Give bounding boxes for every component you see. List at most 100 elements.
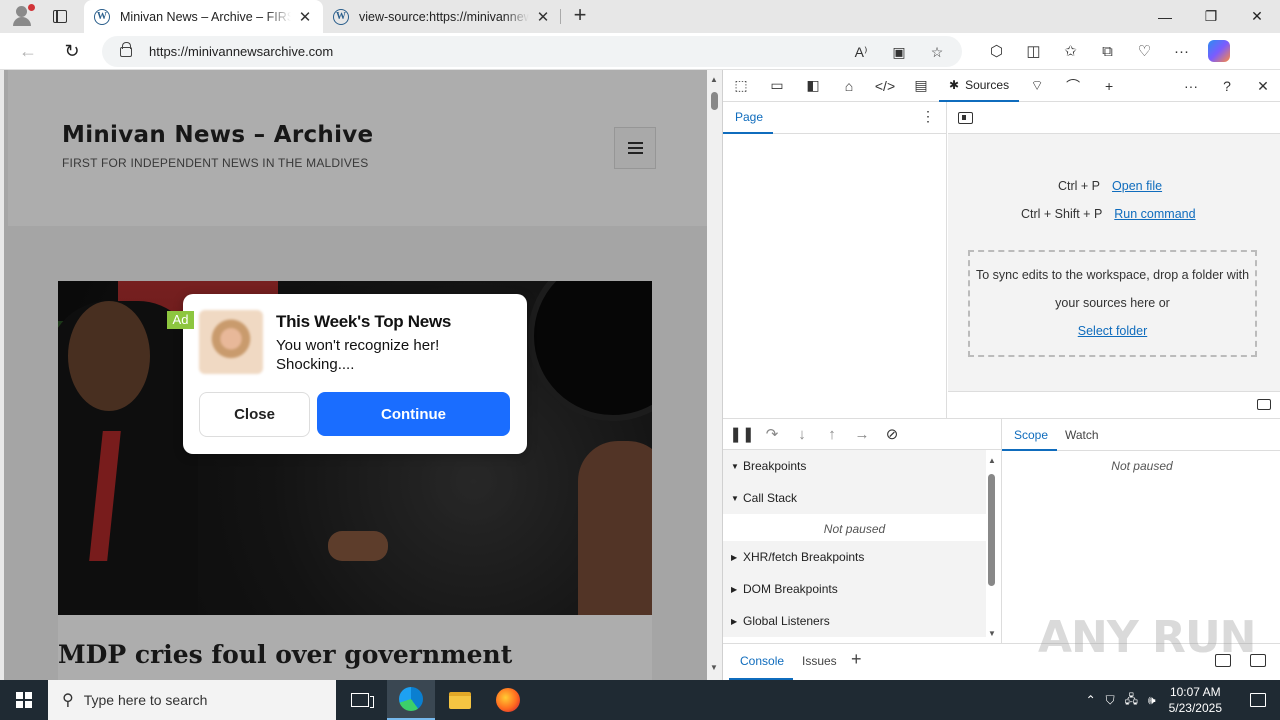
favorite-star-icon[interactable]: ☆ [926, 41, 948, 63]
back-button[interactable]: ← [14, 39, 42, 63]
reload-button[interactable]: ↻ [58, 39, 86, 63]
tab-issues[interactable]: Issues [802, 654, 837, 668]
browser-toolbar: ← ↻ https://minivannewsarchive.com A⁾ ▣ … [0, 33, 1280, 70]
section-breakpoints[interactable]: ▼ Breakpoints [723, 450, 986, 482]
task-view-button[interactable] [336, 680, 384, 720]
notifications-icon[interactable] [1236, 680, 1280, 720]
tab-console[interactable]: Console [740, 654, 784, 668]
copilot-icon[interactable] [1200, 39, 1237, 63]
taskbar-edge[interactable] [387, 680, 435, 720]
url-text[interactable]: https://minivannewsarchive.com [149, 44, 333, 59]
toggle-debugger-icon[interactable] [1257, 399, 1271, 410]
ad-popup: Ad This Week's Top News You won't recogn… [167, 294, 527, 454]
clock[interactable]: 10:07 AM 5/23/2025 [1169, 684, 1222, 716]
volume-icon[interactable]: 🕪 [1148, 693, 1156, 708]
shortcut-open-file: Ctrl + P Open file [1058, 179, 1163, 193]
select-folder-link[interactable]: Select folder [1078, 324, 1147, 338]
debugger-scrollbar[interactable]: ▲ ▼ [986, 454, 998, 640]
console-icon[interactable]: ▤ [903, 70, 939, 102]
section-xhr-breakpoints[interactable]: ▶ XHR/fetch Breakpoints [723, 541, 986, 573]
section-call-stack[interactable]: ▼ Call Stack [723, 482, 986, 514]
taskbar: ⚲ Type here to search ⌃ ⛉ 🖧 🕪 10:07 AM 5… [0, 680, 1280, 720]
debugger-toolbar: ❚❚ ↷ ↓ ↑ → ⊘ [723, 418, 1001, 450]
tab-sources[interactable]: ✱ Sources [939, 70, 1020, 102]
network-icon[interactable]: ⌔ [1019, 70, 1055, 102]
start-button[interactable] [0, 680, 48, 720]
device-emulation-icon[interactable]: ▭ [759, 70, 795, 102]
devtools-more-icon[interactable]: ··· [1173, 70, 1209, 102]
show-hidden-icons[interactable]: ⌃ [1086, 693, 1096, 707]
tab-close-icon[interactable]: ✕ [297, 8, 313, 26]
close-window-button[interactable]: ✕ [1234, 0, 1280, 33]
step-out-icon[interactable]: ↑ [817, 426, 847, 443]
taskbar-firefox[interactable] [484, 680, 532, 720]
run-command-link[interactable]: Run command [1114, 207, 1195, 221]
task-view-icon [351, 693, 374, 708]
tab-view-source[interactable]: W view-source:https://minivannewsarchive… [323, 0, 561, 33]
tab-page[interactable]: Page ⋮ [723, 102, 947, 134]
ad-body: You won't recognize her! Shocking.... [276, 337, 440, 373]
profile-icon[interactable] [0, 0, 44, 33]
add-drawer-tab-icon[interactable]: + [851, 649, 862, 670]
taskbar-file-explorer[interactable] [436, 680, 484, 720]
section-global-listeners[interactable]: ▶ Global Listeners [723, 605, 986, 637]
collections-icon[interactable]: ⧉ [1089, 39, 1126, 63]
tab-actions-icon[interactable] [44, 0, 76, 33]
welcome-home-icon[interactable]: ⌂ [831, 70, 867, 102]
performance-icon[interactable]: ⌒ [1055, 70, 1091, 102]
immersive-reader-icon[interactable]: ▣ [888, 41, 910, 63]
tab-scope[interactable]: Scope [1014, 428, 1048, 442]
taskbar-search[interactable]: ⚲ Type here to search [48, 680, 336, 720]
edge-icon [399, 687, 423, 711]
section-dom-breakpoints[interactable]: ▶ DOM Breakpoints [723, 573, 986, 605]
split-screen-icon[interactable]: ◫ [1015, 39, 1052, 63]
ad-label: Ad [167, 311, 194, 329]
help-icon[interactable]: ? [1209, 70, 1245, 102]
tab-watch[interactable]: Watch [1065, 428, 1099, 442]
call-stack-status: Not paused [823, 522, 886, 536]
open-file-link[interactable]: Open file [1112, 179, 1162, 193]
pause-icon[interactable]: ❚❚ [727, 425, 757, 443]
minimize-button[interactable]: — [1142, 0, 1188, 33]
ad-close-button[interactable]: Close [199, 392, 310, 437]
ad-title: This Week's Top News [276, 312, 452, 331]
toggle-navigator-icon[interactable] [958, 112, 973, 124]
new-tab-button[interactable]: + [568, 4, 592, 28]
tab-title: view-source:https://minivannewsarchive.c… [359, 9, 529, 24]
toggle-sidebar-icon[interactable]: ◧ [795, 70, 831, 102]
step-icon[interactable]: → [847, 426, 877, 443]
folder-icon [449, 691, 471, 709]
navigator-menu-icon[interactable]: ⋮ [921, 108, 935, 125]
editor-pane: Ctrl + P Open file Ctrl + Shift + P Run co… [948, 102, 1280, 418]
windows-logo-icon [16, 692, 32, 708]
tab-close-icon[interactable]: ✕ [535, 8, 551, 26]
close-devtools-icon[interactable]: ✕ [1245, 70, 1280, 102]
page-scrollbar[interactable]: ▲ ▼ [707, 70, 722, 680]
security-icon[interactable]: ⛉ [1106, 693, 1115, 708]
inspect-element-icon[interactable]: ⬚ [723, 70, 759, 102]
read-aloud-icon[interactable]: A⁾ [850, 41, 872, 63]
more-tools-icon[interactable]: + [1091, 70, 1127, 102]
search-icon: ⚲ [62, 692, 74, 709]
deactivate-breakpoints-icon[interactable]: ⊘ [877, 425, 907, 443]
anyrun-watermark: ANY RUN [1038, 612, 1256, 663]
step-into-icon[interactable]: ↓ [787, 426, 817, 443]
restore-button[interactable]: ❐ [1188, 0, 1234, 33]
browser-essentials-icon[interactable]: ♡ [1126, 39, 1163, 63]
workspace-dropzone[interactable]: To sync edits to the workspace, drop a f… [968, 250, 1257, 357]
extensions-icon[interactable]: ⬡ [978, 39, 1015, 63]
more-menu-icon[interactable]: ··· [1163, 39, 1200, 63]
elements-icon[interactable]: </> [867, 70, 903, 102]
lock-icon[interactable] [120, 41, 132, 57]
system-tray: ⌃ ⛉ 🖧 🕪 10:07 AM 5/23/2025 [1081, 680, 1280, 720]
navigator-pane: Page ⋮ [723, 102, 947, 418]
network-tray-icon[interactable]: 🖧 [1125, 690, 1138, 711]
address-bar[interactable]: https://minivannewsarchive.com A⁾ ▣ ☆ [102, 36, 962, 67]
sources-bug-icon: ✱ [949, 77, 960, 92]
ad-thumbnail[interactable] [199, 310, 263, 374]
ad-continue-button[interactable]: Continue [317, 392, 510, 436]
step-over-icon[interactable]: ↷ [757, 425, 787, 443]
tab-title: Minivan News – Archive – FIRST FOR INDEP… [120, 9, 291, 24]
favorites-icon[interactable]: ✩ [1052, 39, 1089, 63]
tab-minivan-news[interactable]: W Minivan News – Archive – FIRST FOR IND… [84, 0, 323, 33]
